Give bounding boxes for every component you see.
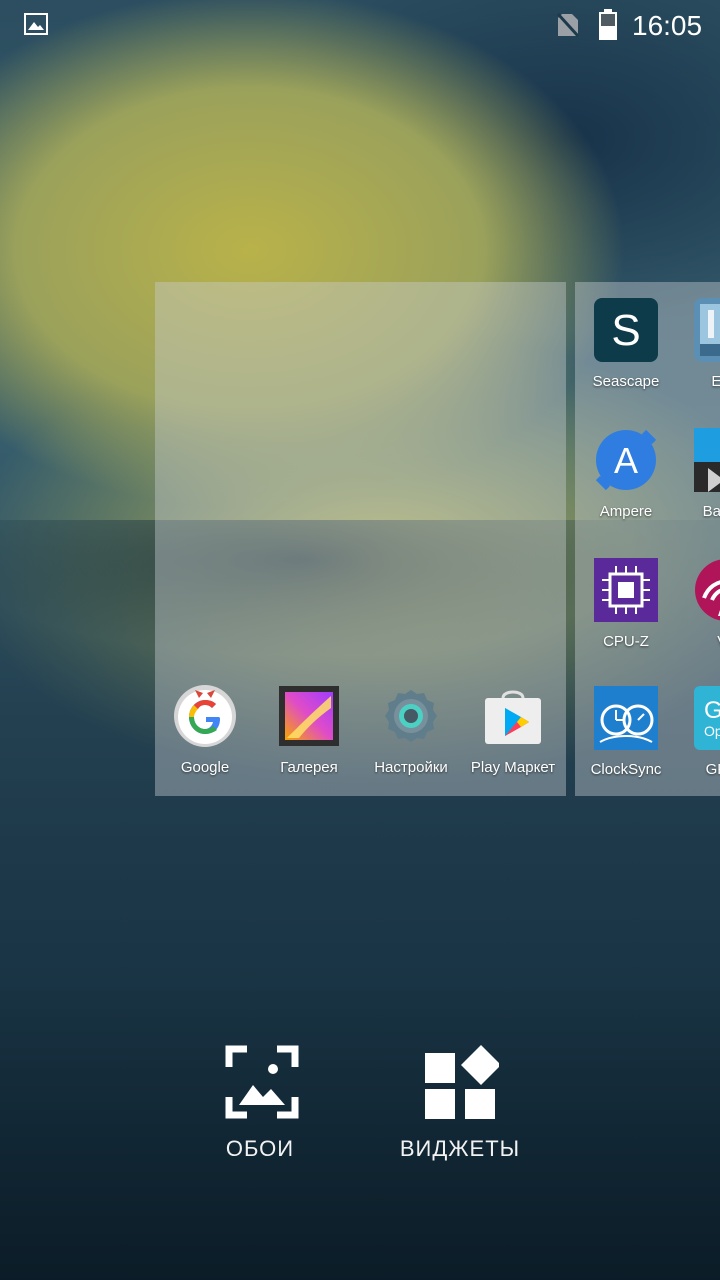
app-cpu-z[interactable]: CPU-Z <box>576 558 676 658</box>
svg-text:A: A <box>614 440 638 481</box>
app-seascape[interactable]: S Seascape <box>576 298 676 398</box>
app-epic-citadel[interactable]: Epic <box>676 298 720 398</box>
app-label: Basem <box>702 503 720 520</box>
app-label: GFXB <box>705 761 720 778</box>
home-page-next[interactable]: S Seascape Epic A Ampere <box>575 282 720 796</box>
widgets-icon <box>425 1045 499 1119</box>
widgets-button[interactable]: ВИДЖЕТЫ <box>375 1040 545 1170</box>
app-gfxbench[interactable]: G Op GFXB <box>676 686 720 786</box>
app-label: Epic <box>711 373 720 390</box>
gallery-icon <box>279 686 339 746</box>
app-ampere[interactable]: A Ampere <box>576 428 676 528</box>
svg-text:G: G <box>704 697 720 724</box>
google-icon <box>174 685 236 747</box>
svg-text:S: S <box>611 306 640 355</box>
no-sim-icon <box>556 12 580 38</box>
status-bar: 16:05 <box>0 0 720 50</box>
app-play-market[interactable]: Play Маркет <box>463 684 563 784</box>
battery-icon <box>599 9 617 40</box>
app-label: Play Маркет <box>470 759 556 776</box>
vellamo-icon <box>695 559 720 621</box>
app-basemark[interactable]: Basem <box>676 428 720 528</box>
gfxbench-icon: G Op <box>694 686 720 750</box>
app-gallery[interactable]: Галерея <box>259 684 359 784</box>
wallpaper-icon <box>225 1045 299 1119</box>
wallpapers-button[interactable]: ОБОИ <box>175 1040 345 1170</box>
gallery-icon <box>24 13 48 35</box>
home-screen-edit-mode: 16:05 Google Галерея Настройки Play Марк… <box>0 0 720 1280</box>
wallpapers-label: ОБОИ <box>225 1136 295 1161</box>
ampere-icon: A <box>595 429 657 491</box>
app-google[interactable]: Google <box>155 684 255 784</box>
play-market-icon <box>485 690 541 744</box>
epic-citadel-icon <box>694 298 720 362</box>
app-settings[interactable]: Настройки <box>361 684 461 784</box>
app-vellamo[interactable]: Ve <box>676 558 720 658</box>
clock: 16:05 <box>632 10 703 41</box>
basemark-icon <box>694 428 720 492</box>
svg-text:Op: Op <box>704 723 720 739</box>
seascape-icon: S <box>594 298 658 362</box>
settings-icon <box>385 690 437 742</box>
app-label: Google <box>180 759 230 776</box>
home-page-current[interactable]: Google Галерея Настройки Play Маркет <box>155 282 566 796</box>
app-clocksync[interactable]: ClockSync <box>576 686 676 786</box>
widgets-label: ВИДЖЕТЫ <box>399 1136 521 1161</box>
app-label: Ve <box>666 633 720 650</box>
cpu-z-icon <box>594 558 658 622</box>
clocksync-icon <box>594 686 658 750</box>
